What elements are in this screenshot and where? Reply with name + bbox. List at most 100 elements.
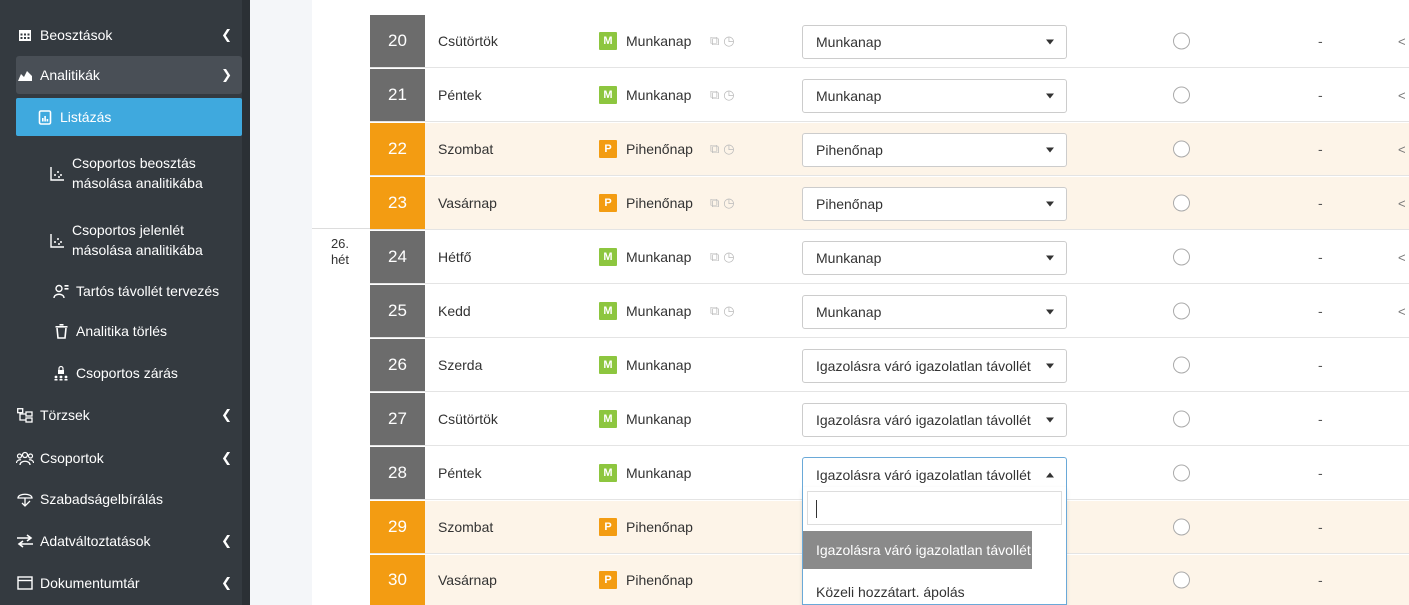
sidebar-item-label: Adatváltoztatások — [40, 533, 151, 549]
day-type-badge: M — [599, 302, 617, 320]
day-name: Péntek — [438, 87, 482, 103]
day-type-select[interactable]: Igazolásra váró igazolatlan távollét — [802, 349, 1067, 383]
day-type-badge: M — [599, 248, 617, 266]
day-number: 27 — [370, 393, 425, 445]
sidebar-item-analitika-torles[interactable]: Analitika törlés — [16, 314, 242, 348]
table-row: 20 Csütörtök M Munkanap ⧉ ◷ Munkanap - < — [370, 15, 1409, 68]
day-type: Munkanap — [626, 87, 692, 103]
chevron-down-icon: ❯ — [221, 67, 232, 82]
clock-icon[interactable]: ◷ — [723, 249, 734, 265]
row-radio[interactable] — [1173, 140, 1190, 158]
day-number: 28 — [370, 447, 425, 499]
dropdown-search-input[interactable] — [807, 491, 1062, 525]
day-type-badge: M — [599, 86, 617, 104]
row-radio[interactable] — [1173, 248, 1190, 266]
exchange-icon — [16, 534, 34, 548]
sidebar-item-szabadsagelbiralas[interactable]: Szabadságelbírálás — [16, 480, 242, 518]
value-placeholder: - — [1318, 572, 1323, 588]
select-value: Munkanap — [816, 88, 882, 104]
value-placeholder: - — [1318, 465, 1323, 481]
select-value: Munkanap — [816, 250, 882, 266]
table-row: 24 Hétfő M Munkanap ⧉ ◷ Munkanap - < — [370, 231, 1409, 284]
day-type: Munkanap — [626, 465, 692, 481]
sidebar-item-adatvaltoztatasok[interactable]: Adatváltoztatások ❮ — [16, 522, 242, 560]
sidebar-item-label: Csoportos zárás — [76, 365, 178, 381]
day-type-select[interactable]: Munkanap — [802, 25, 1067, 59]
row-radio[interactable] — [1173, 464, 1190, 482]
day-type: Munkanap — [626, 249, 692, 265]
sidebar-item-label: Törzsek — [40, 407, 90, 423]
dropdown-option[interactable]: Közeli hozzátart. ápolás — [803, 573, 1032, 605]
day-type: Munkanap — [626, 303, 692, 319]
day-type-select[interactable]: Munkanap — [802, 79, 1067, 113]
clock-icon[interactable]: ◷ — [723, 33, 734, 49]
sidebar-item-listazas[interactable]: Listázás — [16, 98, 242, 136]
row-radio[interactable] — [1173, 302, 1190, 320]
day-type-badge: P — [599, 571, 617, 589]
chevron-left-icon[interactable]: < — [1398, 69, 1406, 121]
week-number: 26. — [330, 236, 350, 251]
day-type-badge: P — [599, 194, 617, 212]
sidebar-item-csoportos-beosztas[interactable]: Csoportos beosztás másolása analitikába — [16, 144, 242, 202]
copy-icon[interactable]: ⧉ — [710, 33, 719, 49]
row-radio[interactable] — [1173, 32, 1190, 50]
group-lock-icon — [52, 365, 70, 381]
row-radio[interactable] — [1173, 410, 1190, 428]
chevron-left-icon[interactable]: < — [1398, 231, 1406, 283]
day-type-badge: M — [599, 32, 617, 50]
copy-icon[interactable]: ⧉ — [710, 87, 719, 103]
scatter-chart-icon — [48, 233, 66, 248]
day-type-select[interactable]: Pihenőnap — [802, 187, 1067, 221]
dropdown-option-highlighted[interactable]: Igazolásra váró igazolatlan távollét — [803, 531, 1032, 569]
copy-icon[interactable]: ⧉ — [710, 195, 719, 211]
day-name: Vasárnap — [438, 195, 497, 211]
chevron-left-icon[interactable]: < — [1398, 285, 1406, 337]
chevron-left-icon[interactable]: < — [1398, 177, 1406, 229]
sidebar-item-label: Tartós távollét tervezés — [76, 283, 220, 299]
sidebar-item-label: Szabadságelbírálás — [40, 491, 163, 507]
row-radio[interactable] — [1173, 518, 1190, 536]
sidebar-item-csoportos-zaras[interactable]: Csoportos zárás — [16, 356, 242, 390]
day-number: 26 — [370, 339, 425, 391]
select-value: Igazolásra váró igazolatlan távollét — [816, 358, 1031, 374]
sidebar-item-csoportok[interactable]: Csoportok ❮ — [16, 439, 242, 477]
clock-icon[interactable]: ◷ — [723, 141, 734, 157]
copy-icon[interactable]: ⧉ — [710, 249, 719, 265]
sidebar-item-beosztasok[interactable]: Beosztások ❮ — [16, 18, 242, 52]
sidebar-item-tartos-tavollet[interactable]: Tartós távollét tervezés — [16, 274, 242, 308]
row-radio[interactable] — [1173, 194, 1190, 212]
sidebar-item-csoportos-jelenlet[interactable]: Csoportos jelenlét másolása analitikába — [16, 211, 242, 269]
day-type-select[interactable]: Igazolásra váró igazolatlan távollét — [802, 403, 1067, 437]
row-radio[interactable] — [1173, 571, 1190, 589]
caret-down-icon — [1046, 201, 1054, 207]
day-type-select[interactable]: Munkanap — [802, 241, 1067, 275]
value-placeholder: - — [1318, 357, 1323, 373]
day-number: 21 — [370, 69, 425, 121]
caret-down-icon — [1046, 309, 1054, 315]
day-type-badge: M — [599, 356, 617, 374]
sidebar-item-torzsek[interactable]: Törzsek ❮ — [16, 396, 242, 434]
chevron-left-icon: ❮ — [221, 575, 232, 590]
copy-icon[interactable]: ⧉ — [710, 303, 719, 319]
sidebar-item-dokumentumtar[interactable]: Dokumentumtár ❮ — [16, 564, 242, 602]
day-type-select-open[interactable]: Igazolásra váró igazolatlan távollét — [802, 457, 1067, 491]
file-chart-icon — [36, 109, 54, 125]
value-placeholder: - — [1318, 87, 1323, 103]
value-placeholder: - — [1318, 141, 1323, 157]
day-type-select[interactable]: Pihenőnap — [802, 133, 1067, 167]
row-radio[interactable] — [1173, 86, 1190, 104]
clock-icon[interactable]: ◷ — [723, 195, 734, 211]
copy-icon[interactable]: ⧉ — [710, 141, 719, 157]
user-plan-icon — [52, 284, 70, 299]
day-name: Hétfő — [438, 249, 472, 265]
day-type: Pihenőnap — [626, 572, 693, 588]
row-radio[interactable] — [1173, 356, 1190, 374]
day-type-select[interactable]: Munkanap — [802, 295, 1067, 329]
sidebar-item-analitikak[interactable]: Analitikák ❯ — [16, 56, 242, 94]
clock-icon[interactable]: ◷ — [723, 303, 734, 319]
table-row: 21 Péntek M Munkanap ⧉ ◷ Munkanap - < — [370, 69, 1409, 122]
chevron-left-icon[interactable]: < — [1398, 123, 1406, 175]
chevron-left-icon[interactable]: < — [1398, 15, 1406, 67]
value-placeholder: - — [1318, 303, 1323, 319]
clock-icon[interactable]: ◷ — [723, 87, 734, 103]
